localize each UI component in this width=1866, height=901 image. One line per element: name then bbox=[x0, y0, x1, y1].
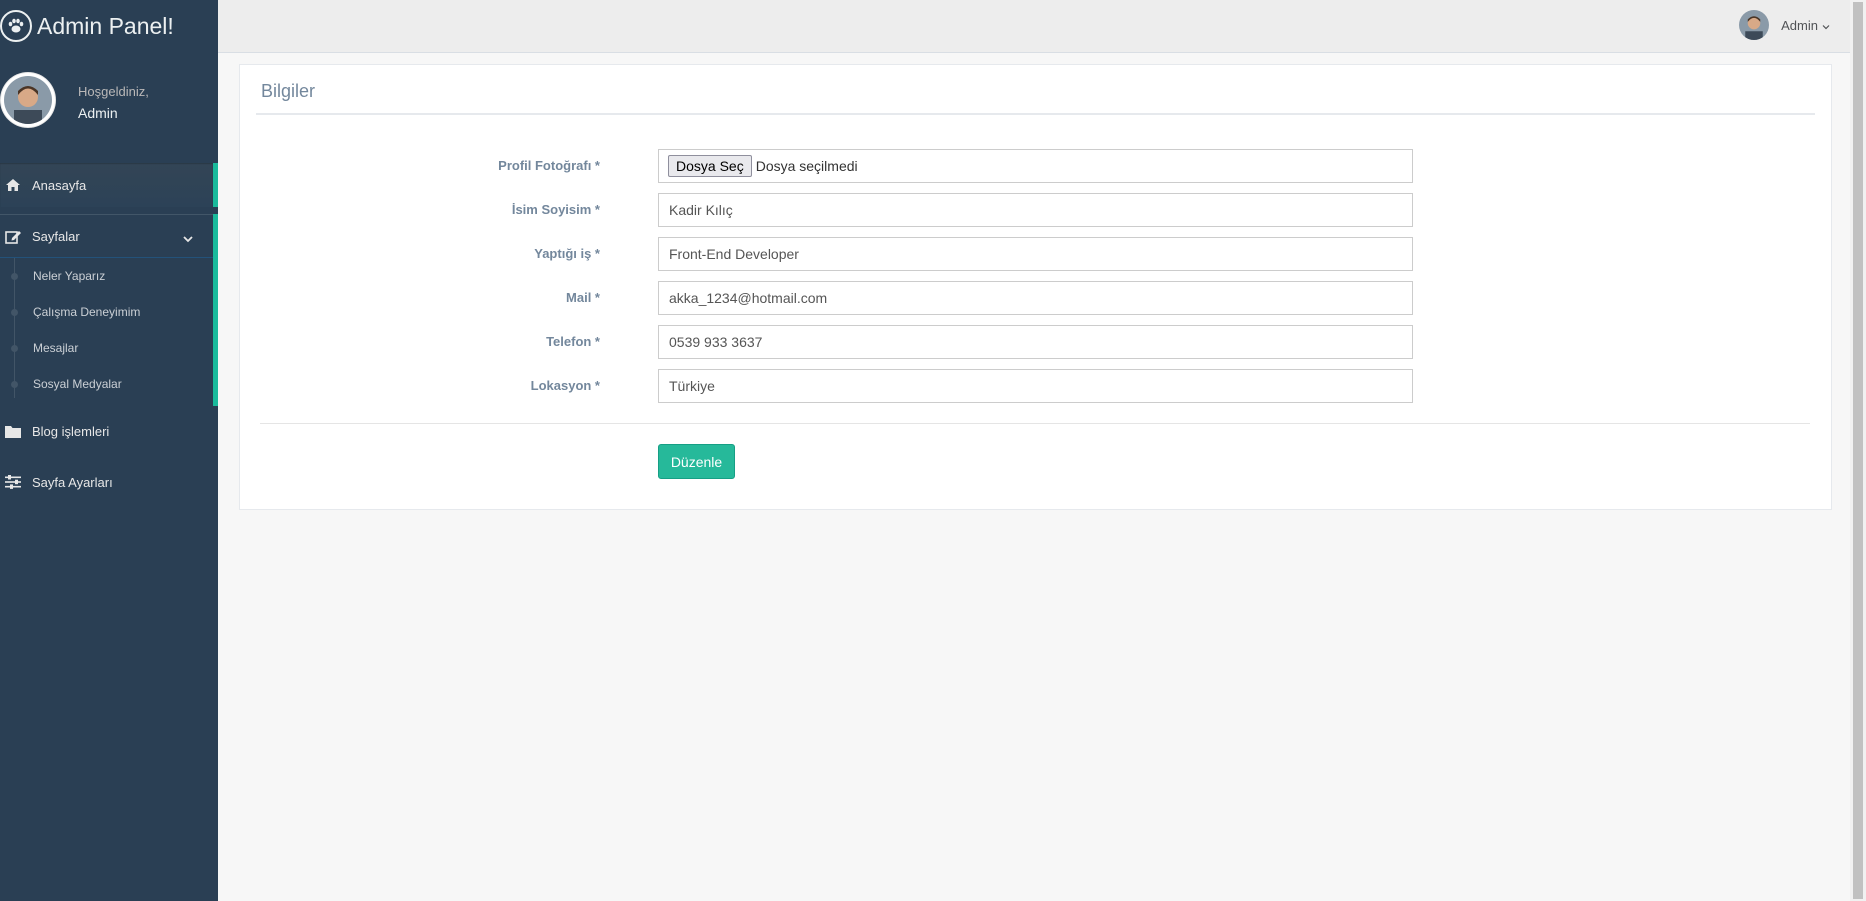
divider bbox=[256, 113, 1815, 115]
info-panel: Bilgiler Profil Fotoğrafı * Dosya Seç Do… bbox=[239, 64, 1832, 510]
chevron-down-icon bbox=[1822, 18, 1830, 33]
edit-icon bbox=[3, 229, 23, 244]
field-label: Mail * bbox=[566, 290, 600, 305]
sidebar-subitem-sosyal-medyalar[interactable]: Sosyal Medyalar bbox=[0, 366, 213, 402]
sidebar-item-sayfalar[interactable]: Sayfalar bbox=[0, 214, 213, 258]
avatar bbox=[1739, 10, 1770, 40]
job-field[interactable]: Front-End Developer bbox=[658, 237, 1413, 271]
chevron-down-icon bbox=[183, 231, 193, 246]
profile-photo-input[interactable]: Dosya Seç Dosya seçilmedi bbox=[658, 149, 1413, 183]
form-row-name: İsim Soyisim * Kadir Kılıç bbox=[240, 193, 1831, 227]
field-label: İsim Soyisim * bbox=[511, 202, 600, 217]
form-row-location: Lokasyon * Türkiye bbox=[240, 369, 1831, 403]
sidebar-subitem-mesajlar[interactable]: Mesajlar bbox=[0, 330, 213, 366]
welcome-text: Hoşgeldiniz, bbox=[78, 84, 149, 99]
panel-title: Bilgiler bbox=[261, 81, 316, 101]
field-label: Telefon * bbox=[546, 334, 600, 349]
brand-title: Admin Panel! bbox=[37, 12, 174, 39]
email-field[interactable]: akka_1234@hotmail.com bbox=[658, 281, 1413, 315]
choose-file-button[interactable]: Dosya Seç bbox=[668, 155, 752, 177]
sidebar-group-sayfalar: Sayfalar Neler Yaparız Çalışma Deneyimim… bbox=[0, 214, 218, 406]
sidebar-item-label: Anasayfa bbox=[32, 177, 87, 193]
home-icon bbox=[3, 178, 23, 192]
sidebar-item-sayfa-ayarlari[interactable]: Sayfa Ayarları bbox=[0, 456, 218, 508]
sidebar-item-label: Sayfa Ayarları bbox=[32, 474, 113, 490]
sidebar-item-label: Sayfalar bbox=[32, 228, 80, 244]
scrollbar-thumb[interactable] bbox=[1853, 2, 1863, 899]
form-row-job: Yaptığı iş * Front-End Developer bbox=[240, 237, 1831, 271]
sidebar-item-blog[interactable]: Blog işlemleri bbox=[0, 406, 218, 456]
phone-field[interactable]: 0539 933 3637 bbox=[658, 325, 1413, 359]
name-field[interactable]: Kadir Kılıç bbox=[658, 193, 1413, 227]
sidebar: Admin Panel! Hoşgeldiniz, Admin Anasayfa bbox=[0, 0, 218, 901]
sidebar-menu: Anasayfa Sayfalar Neler Yaparız Çalışma … bbox=[0, 163, 218, 508]
sliders-icon bbox=[3, 475, 23, 489]
sidebar-item-anasayfa[interactable]: Anasayfa bbox=[0, 163, 218, 207]
file-status: Dosya seçilmedi bbox=[755, 158, 858, 174]
field-label: Lokasyon * bbox=[530, 378, 600, 393]
form-row-mail: Mail * akka_1234@hotmail.com bbox=[240, 281, 1831, 315]
field-label: Yaptığı iş * bbox=[534, 246, 600, 261]
profile-name: Admin bbox=[78, 105, 118, 121]
submenu: Neler Yaparız Çalışma Deneyimim Mesajlar… bbox=[0, 258, 213, 406]
user-name: Admin bbox=[1781, 17, 1818, 33]
user-dropdown[interactable]: Admin bbox=[1739, 10, 1830, 40]
form-row-phone: Telefon * 0539 933 3637 bbox=[240, 325, 1831, 359]
edit-button[interactable]: Düzenle bbox=[658, 444, 735, 479]
field-label: Profil Fotoğrafı * bbox=[498, 158, 600, 173]
scrollbar[interactable] bbox=[1850, 0, 1866, 901]
brand[interactable]: Admin Panel! bbox=[0, 0, 218, 52]
form-row-photo: Profil Fotoğrafı * Dosya Seç Dosya seçil… bbox=[240, 149, 1831, 183]
sidebar-subitem-neler-yapariz[interactable]: Neler Yaparız bbox=[0, 258, 213, 294]
divider bbox=[260, 423, 1810, 424]
top-nav: Admin bbox=[218, 0, 1850, 53]
sidebar-subitem-calisma-deneyimim[interactable]: Çalışma Deneyimim bbox=[0, 294, 213, 330]
folder-icon bbox=[3, 425, 23, 438]
profile-block: Hoşgeldiniz, Admin bbox=[0, 72, 218, 154]
paw-icon bbox=[0, 10, 32, 42]
sidebar-item-label: Blog işlemleri bbox=[32, 423, 110, 439]
avatar bbox=[0, 72, 56, 128]
location-field[interactable]: Türkiye bbox=[658, 369, 1413, 403]
